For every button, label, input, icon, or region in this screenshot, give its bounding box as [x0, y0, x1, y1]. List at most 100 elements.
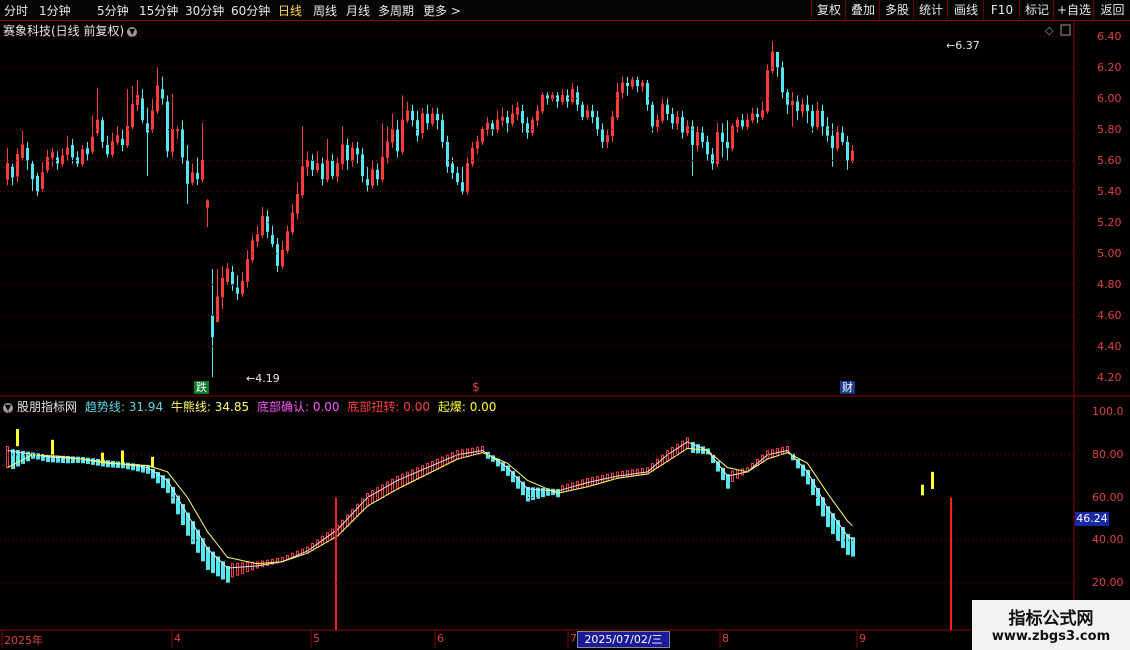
back-button[interactable]: 返回 — [1093, 0, 1130, 20]
ind-bar-up — [586, 478, 589, 488]
candle-body-down — [576, 92, 579, 105]
stock-title-label: 赛象科技(日线 前复权) — [3, 24, 125, 38]
timeframe-tab-active[interactable]: 日线 — [278, 2, 302, 19]
multi-stock-button[interactable]: 多股 — [879, 0, 914, 20]
bull-bear-readout: 牛熊线: 34.85 — [170, 400, 250, 414]
ind-bar-down — [841, 527, 845, 548]
ind-bar-up — [241, 562, 244, 574]
candle-body-up — [171, 129, 174, 152]
ind-bar-down — [196, 529, 200, 553]
ind-bar-up — [761, 454, 764, 463]
add-watchlist-button[interactable]: +自选 — [1053, 0, 1094, 20]
indicator-title[interactable]: ▼ 股朋指标网 趋势线: 31.94 牛熊线: 34.85 底部确认: 0.00 … — [3, 398, 500, 415]
f10-button[interactable]: F10 — [983, 0, 1020, 20]
candle-body-up — [816, 110, 819, 127]
ind-bar-up — [301, 548, 304, 556]
breakout-mark — [16, 429, 19, 447]
candle-body-down — [651, 104, 654, 127]
candle-body-down — [646, 83, 649, 105]
timeframe-tab[interactable]: 多周期 — [378, 2, 414, 19]
chevron-down-icon[interactable]: ▼ — [3, 402, 13, 413]
ind-bar-up — [651, 463, 654, 472]
candle-body-up — [771, 51, 774, 72]
ind-bar-down — [21, 450, 25, 464]
candle-body-down — [796, 101, 799, 111]
candle-body-down — [311, 160, 314, 170]
current-value-tag: 46.24 — [1075, 512, 1109, 526]
candle-body-up — [486, 122, 489, 131]
candle-body-up — [586, 110, 589, 118]
ind-bar-down — [706, 448, 710, 455]
ind-bar-up — [271, 558, 274, 565]
ind-bar-down — [791, 453, 795, 461]
ind-bar-down — [46, 454, 50, 463]
candle-body-down — [546, 95, 549, 99]
candle-body-down — [756, 114, 759, 118]
ind-bar-down — [216, 556, 220, 577]
candle-body-up — [6, 163, 9, 180]
overlay-button[interactable]: 叠加 — [845, 0, 880, 20]
ind-bar-up — [661, 454, 664, 465]
ind-bar-down — [141, 464, 145, 473]
ind-bar-down — [161, 475, 165, 489]
finance-marker[interactable]: 财 — [840, 381, 855, 394]
stock-title[interactable]: 赛象科技(日线 前复权) ▼ — [3, 22, 138, 39]
timeframe-tab[interactable]: 1分钟 — [39, 2, 71, 19]
ind-bar-down — [121, 462, 125, 469]
candle-body-down — [71, 145, 74, 158]
stats-button[interactable]: 统计 — [913, 0, 948, 20]
more-tab[interactable]: 更多 > — [423, 2, 461, 19]
candle-body-down — [231, 272, 234, 285]
ind-bar-down — [846, 533, 850, 555]
ind-bar-down — [526, 486, 530, 502]
candle-body-down — [416, 120, 419, 136]
ind-bar-up — [286, 554, 289, 561]
candle-body-up — [286, 231, 289, 251]
candle-body-up — [96, 119, 99, 134]
ind-bar-up — [766, 450, 769, 460]
candle-body-down — [741, 120, 744, 127]
timeframe-tab[interactable]: 周线 — [313, 2, 337, 19]
timeframe-tab[interactable]: 30分钟 — [185, 2, 224, 19]
ind-bar-up — [616, 471, 619, 479]
ind-bar-up — [566, 483, 569, 492]
candle-body-up — [501, 116, 504, 121]
ind-bar-up — [356, 503, 359, 517]
candle-body-down — [691, 126, 694, 145]
mark-button[interactable]: 标记 — [1019, 0, 1054, 20]
candle-body-down — [521, 110, 524, 124]
adjust-button[interactable]: 复权 — [811, 0, 846, 20]
ind-bar-down — [821, 497, 825, 517]
ind-bar-down — [556, 489, 560, 498]
ind-bar-up — [571, 482, 574, 491]
ind-bar-up — [336, 525, 339, 537]
candle-body-up — [851, 150, 854, 161]
candle-body-up — [731, 125, 734, 149]
candle-body-up — [306, 160, 309, 168]
ind-bar-up — [606, 473, 609, 482]
dividend-marker[interactable]: $ — [472, 380, 480, 394]
candle-body-down — [786, 92, 789, 105]
breakout-mark — [151, 456, 154, 468]
price-axis-label: 6.00 — [1097, 91, 1122, 105]
candle-body-up — [466, 163, 469, 193]
ind-bar-up — [776, 448, 779, 457]
candle-body-down — [436, 114, 439, 121]
chevron-down-icon[interactable]: ▼ — [127, 26, 138, 37]
draw-line-button[interactable]: 画线 — [947, 0, 984, 20]
ind-bar-up — [321, 535, 324, 546]
timeframe-tab[interactable]: 5分钟 — [97, 2, 129, 19]
drop-marker[interactable]: 跌 — [194, 381, 209, 394]
candle-body-up — [736, 119, 739, 127]
timeframe-tab[interactable]: 15分钟 — [139, 2, 178, 19]
candle-body-down — [701, 132, 704, 142]
candle-body-down — [236, 287, 239, 294]
candle-body-down — [276, 244, 279, 266]
timeframe-tab[interactable]: 月线 — [346, 2, 370, 19]
ind-bar-down — [536, 487, 540, 499]
ind-bar-down — [91, 458, 95, 465]
ind-bar-up — [311, 542, 314, 551]
timeframe-tab[interactable]: 分时 — [4, 2, 28, 19]
timeframe-tab[interactable]: 60分钟 — [231, 2, 270, 19]
candle-body-up — [536, 110, 539, 121]
